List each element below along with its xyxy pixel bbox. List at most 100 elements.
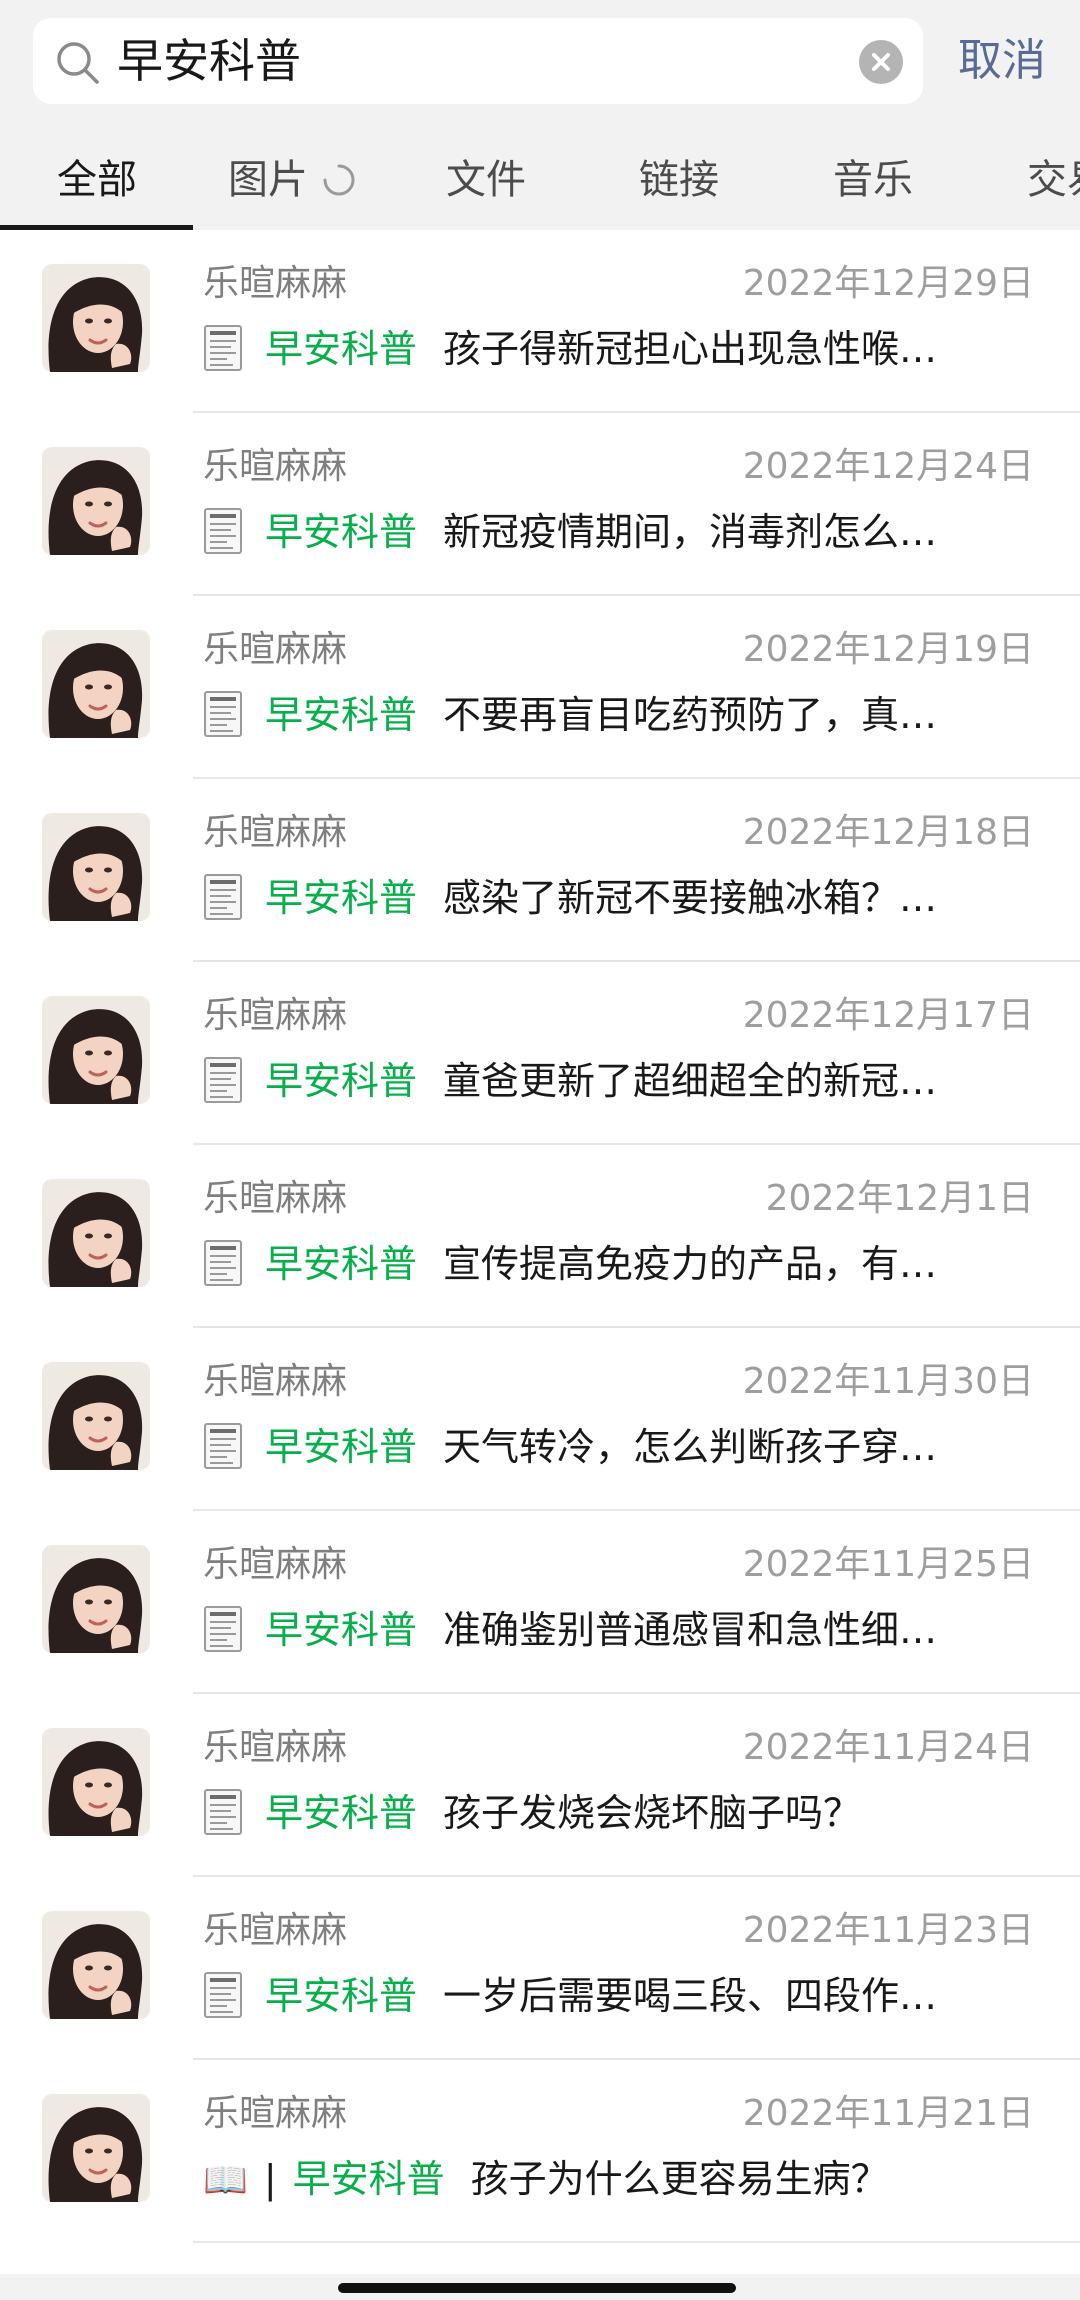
message-date: 2022年12月29日 [742, 263, 1034, 304]
avatar[interactable] [42, 996, 150, 1104]
snippet-text: 准确鉴别普通感冒和急性细… [443, 1608, 938, 1652]
divider [193, 2241, 1080, 2243]
cancel-button[interactable]: 取消 [958, 18, 1046, 104]
search-icon [57, 42, 99, 84]
message-snippet: 早安科普 不要再盲目吃药预防了，真… [203, 686, 937, 744]
home-indicator [338, 2283, 736, 2293]
snippet-text: 宣传提高免疫力的产品，有… [443, 1242, 938, 1286]
avatar[interactable] [42, 813, 150, 921]
tab-all[interactable]: 全部 [57, 130, 137, 230]
tab-images[interactable]: 图片 [228, 130, 308, 230]
separator: | [263, 2157, 277, 2201]
sender-name: 乐暄麻麻 [203, 629, 348, 670]
message-snippet: 早安科普 宣传提高免疫力的产品，有… [203, 1235, 937, 1293]
highlighted-keyword: 早安科普 [265, 327, 418, 371]
sender-name: 乐暄麻麻 [203, 1727, 348, 1768]
avatar[interactable] [42, 2094, 150, 2202]
highlighted-keyword: 早安科普 [265, 876, 418, 920]
snippet-text: 感染了新冠不要接触冰箱？… [443, 876, 938, 920]
snippet-text: 天气转冷，怎么判断孩子穿… [443, 1425, 938, 1469]
highlighted-keyword: 早安科普 [265, 1242, 418, 1286]
search-result-item[interactable]: 乐暄麻麻 2022年11月30日早安科普 天气转冷，怎么判断孩子穿… [0, 1328, 1080, 1511]
sender-name: 乐暄麻麻 [203, 995, 348, 1036]
message-date: 2022年12月18日 [742, 812, 1034, 853]
receipt-doc-icon [203, 507, 243, 555]
message-date: 2022年12月19日 [742, 629, 1034, 670]
tab-links[interactable]: 链接 [639, 130, 719, 230]
snippet-text: 童爸更新了超细超全的新冠… [443, 1059, 938, 1103]
sender-name: 乐暄麻麻 [203, 1361, 348, 1402]
highlighted-keyword: 早安科普 [265, 510, 418, 554]
sender-name: 乐暄麻麻 [203, 2093, 348, 2134]
sender-name: 乐暄麻麻 [203, 446, 348, 487]
search-result-item[interactable]: 乐暄麻麻 2022年11月25日早安科普 准确鉴别普通感冒和急性细… [0, 1511, 1080, 1694]
loading-spinner-icon [323, 164, 355, 196]
highlighted-keyword: 早安科普 [265, 1608, 418, 1652]
avatar[interactable] [42, 1362, 150, 1470]
snippet-text: 不要再盲目吃药预防了，真… [443, 693, 938, 737]
avatar[interactable] [42, 1545, 150, 1653]
message-snippet: 早安科普 孩子发烧会烧坏脑子吗？ [203, 1784, 861, 1842]
snippet-text: 一岁后需要喝三段、四段作… [443, 1974, 938, 2018]
avatar[interactable] [42, 1911, 150, 2019]
tab-files[interactable]: 文件 [446, 130, 526, 230]
avatar[interactable] [42, 1728, 150, 1836]
message-date: 2022年11月24日 [742, 1727, 1034, 1768]
highlighted-keyword: 早安科普 [265, 1425, 418, 1469]
highlighted-keyword: 早安科普 [265, 1791, 418, 1835]
search-result-item[interactable]: 乐暄麻麻 2022年12月29日早安科普 孩子得新冠担心出现急性喉… [0, 230, 1080, 413]
message-date: 2022年11月21日 [742, 2093, 1034, 2134]
filter-tabs: 全部 图片 文件 链接 音乐 交易 [0, 130, 1080, 230]
search-result-item[interactable]: 乐暄麻麻 2022年12月1日早安科普 宣传提高免疫力的产品，有… [0, 1145, 1080, 1328]
search-header: 早安科普 取消 全部 图片 文件 链接 音乐 交易 [0, 0, 1080, 230]
search-result-item[interactable]: 乐暄麻麻 2022年12月18日早安科普 感染了新冠不要接触冰箱？… [0, 779, 1080, 962]
search-result-item[interactable]: 乐暄麻麻 2022年11月23日早安科普 一岁后需要喝三段、四段作… [0, 1877, 1080, 2060]
receipt-doc-icon [203, 324, 243, 372]
search-result-item[interactable]: 乐暄麻麻 2022年12月24日早安科普 新冠疫情期间，消毒剂怎么… [0, 413, 1080, 596]
search-box[interactable]: 早安科普 [33, 18, 923, 104]
search-result-item[interactable]: 乐暄麻麻 2022年12月19日早安科普 不要再盲目吃药预防了，真… [0, 596, 1080, 779]
receipt-doc-icon [203, 1971, 243, 2019]
highlighted-keyword: 早安科普 [292, 2157, 445, 2201]
snippet-text: 孩子为什么更容易生病？ [470, 2157, 889, 2201]
clear-icon[interactable] [859, 40, 903, 84]
sender-name: 乐暄麻麻 [203, 1910, 348, 1951]
sender-name: 乐暄麻麻 [203, 1544, 348, 1585]
sender-name: 乐暄麻麻 [203, 1178, 348, 1219]
open-book-icon: 📖 [203, 2160, 248, 2201]
message-snippet: 早安科普 一岁后需要喝三段、四段作… [203, 1967, 937, 2025]
snippet-text: 孩子得新冠担心出现急性喉… [443, 327, 938, 371]
receipt-doc-icon [203, 873, 243, 921]
snippet-text: 新冠疫情期间，消毒剂怎么… [443, 510, 938, 554]
receipt-doc-icon [203, 1056, 243, 1104]
search-result-item[interactable]: 乐暄麻麻 2022年11月24日早安科普 孩子发烧会烧坏脑子吗？ [0, 1694, 1080, 1877]
message-snippet: 早安科普 孩子得新冠担心出现急性喉… [203, 320, 937, 378]
search-input[interactable]: 早安科普 [117, 18, 301, 104]
avatar[interactable] [42, 447, 150, 555]
message-date: 2022年11月30日 [742, 1361, 1034, 1402]
message-snippet: 早安科普 新冠疫情期间，消毒剂怎么… [203, 503, 937, 561]
message-snippet: 📖 | 早安科普 孩子为什么更容易生病？ [203, 2150, 889, 2208]
avatar[interactable] [42, 630, 150, 738]
search-result-item[interactable]: 乐暄麻麻 2022年12月17日 早安科普 童爸更新了超细超全的新冠… [0, 962, 1080, 1145]
avatar[interactable] [42, 264, 150, 372]
tab-music[interactable]: 音乐 [833, 130, 913, 230]
highlighted-keyword: 早安科普 [265, 1974, 418, 2018]
snippet-text: 孩子发烧会烧坏脑子吗？ [443, 1791, 862, 1835]
search-results-list: 乐暄麻麻 2022年12月29日 早安科普 孩子得新冠担心出现急性喉… 乐暄麻麻 2022… [0, 230, 1080, 2243]
tab-transactions[interactable]: 交易 [1027, 130, 1080, 230]
sender-name: 乐暄麻麻 [203, 263, 348, 304]
message-date: 2022年12月24日 [742, 446, 1034, 487]
receipt-doc-icon [203, 1605, 243, 1653]
message-date: 2022年12月17日 [742, 995, 1034, 1036]
message-date: 2022年11月25日 [742, 1544, 1034, 1585]
avatar[interactable] [42, 1179, 150, 1287]
search-result-item[interactable]: 乐暄麻麻 2022年11月21日 📖 | 早安科普 孩子为什么更容易生病？ [0, 2060, 1080, 2243]
receipt-doc-icon [203, 690, 243, 738]
message-snippet: 早安科普 天气转冷，怎么判断孩子穿… [203, 1418, 937, 1476]
receipt-doc-icon [203, 1788, 243, 1836]
message-snippet: 早安科普 感染了新冠不要接触冰箱？… [203, 869, 937, 927]
sender-name: 乐暄麻麻 [203, 812, 348, 853]
message-date: 2022年12月1日 [765, 1178, 1034, 1219]
message-date: 2022年11月23日 [742, 1910, 1034, 1951]
